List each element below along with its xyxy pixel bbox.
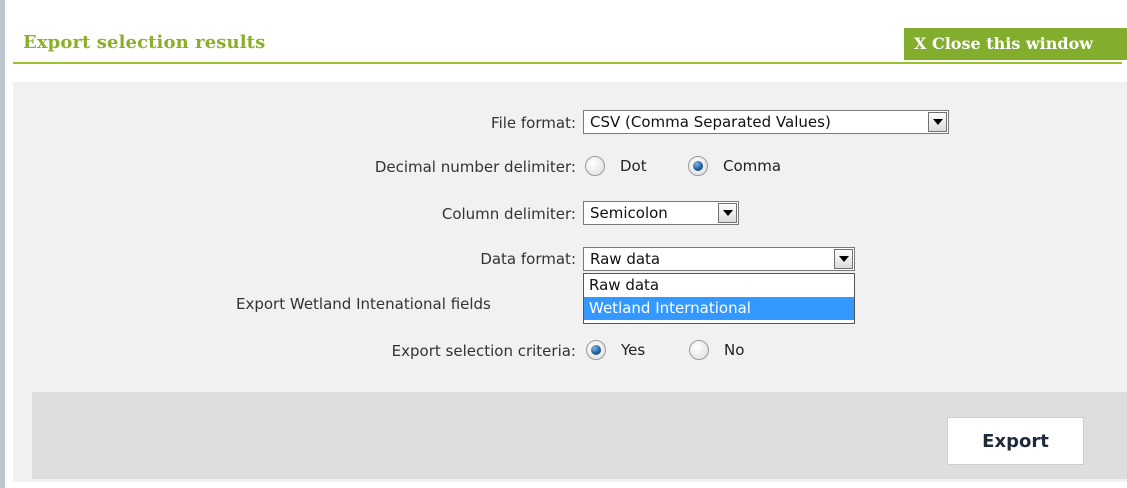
criteria-yes-label: Yes bbox=[621, 341, 646, 359]
file-format-label: File format: bbox=[491, 114, 576, 132]
decimal-dot-radio[interactable] bbox=[585, 156, 605, 176]
data-format-value: Raw data bbox=[590, 250, 661, 268]
data-format-label: Data format: bbox=[480, 250, 576, 268]
decimal-comma-label: Comma bbox=[723, 157, 782, 175]
file-format-select[interactable]: CSV (Comma Separated Values) bbox=[583, 110, 949, 134]
dropdown-option-wetland-international[interactable]: Wetland International bbox=[584, 297, 854, 320]
chevron-down-icon[interactable] bbox=[834, 249, 853, 269]
chevron-down-icon[interactable] bbox=[718, 203, 737, 223]
header-divider bbox=[13, 62, 1122, 64]
criteria-no-radio[interactable] bbox=[689, 340, 709, 360]
decimal-comma-radio[interactable] bbox=[688, 156, 708, 176]
criteria-no-label: No bbox=[724, 341, 745, 359]
dialog-title: Export selection results bbox=[23, 32, 266, 53]
column-delimiter-select[interactable]: Semicolon bbox=[583, 201, 739, 225]
data-format-dropdown-list: Raw data Wetland International bbox=[583, 273, 855, 324]
data-format-select[interactable]: Raw data bbox=[583, 247, 855, 271]
dropdown-option-raw-data[interactable]: Raw data bbox=[584, 274, 854, 297]
file-format-value: CSV (Comma Separated Values) bbox=[590, 113, 831, 131]
selection-criteria-label: Export selection criteria: bbox=[391, 342, 576, 360]
wetland-fields-label: Export Wetland Intenational fields bbox=[236, 295, 491, 313]
window-left-border bbox=[0, 0, 5, 488]
column-delimiter-label: Column delimiter: bbox=[441, 205, 576, 223]
column-delimiter-value: Semicolon bbox=[590, 204, 668, 222]
close-window-button[interactable]: X Close this window bbox=[904, 28, 1127, 60]
dialog-header: Export selection results X Close this wi… bbox=[5, 0, 1127, 62]
decimal-delimiter-label: Decimal number delimiter: bbox=[374, 158, 576, 176]
decimal-dot-label: Dot bbox=[620, 157, 647, 175]
export-button[interactable]: Export bbox=[947, 417, 1084, 465]
criteria-yes-radio[interactable] bbox=[586, 340, 606, 360]
chevron-down-icon[interactable] bbox=[928, 112, 947, 132]
